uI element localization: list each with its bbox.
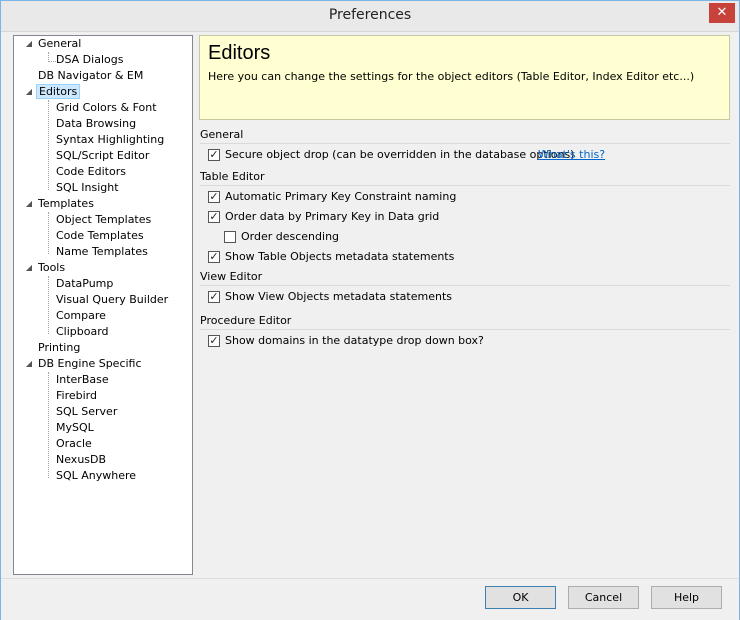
secure-drop-option[interactable]: ✓ Secure object drop (can be overridden … xyxy=(208,147,574,163)
expand-icon[interactable]: ◢ xyxy=(24,356,34,372)
order-descending-checkbox[interactable] xyxy=(224,231,236,243)
order-by-pk-checkbox[interactable]: ✓ xyxy=(208,211,220,223)
tree-item-mysql[interactable]: MySQL xyxy=(54,420,96,436)
whats-this-link[interactable]: What's this? xyxy=(538,148,605,161)
order-descending-option[interactable]: Order descending xyxy=(224,229,384,245)
show-table-metadata-checkbox[interactable]: ✓ xyxy=(208,251,220,263)
tree-line xyxy=(48,100,49,190)
show-table-metadata-option[interactable]: ✓ Show Table Objects metadata statements xyxy=(208,249,468,265)
section-divider xyxy=(200,185,730,186)
tree-item-printing[interactable]: Printing xyxy=(36,340,82,356)
tree-line xyxy=(48,276,49,334)
tree-item-name-templates[interactable]: Name Templates xyxy=(54,244,150,260)
tree-item-visual-query-builder[interactable]: Visual Query Builder xyxy=(54,292,170,308)
tree-item-tools[interactable]: ◢ Tools xyxy=(26,260,67,276)
page-header: Editors Here you can change the settings… xyxy=(199,35,730,120)
section-procedure-editor-label: Procedure Editor xyxy=(200,314,292,327)
tree-item-db-engine-specific[interactable]: ◢ DB Engine Specific xyxy=(26,356,144,372)
close-button[interactable]: ✕ xyxy=(709,3,735,23)
auto-pk-naming-checkbox[interactable]: ✓ xyxy=(208,191,220,203)
tree-item-dsa-dialogs[interactable]: DSA Dialogs xyxy=(54,52,125,68)
close-icon: ✕ xyxy=(716,5,728,20)
preferences-window: Preferences ✕ ◢ General DSA Dialogs DB N… xyxy=(0,0,740,620)
tree-item-interbase[interactable]: InterBase xyxy=(54,372,111,388)
tree-item-db-navigator[interactable]: DB Navigator & EM xyxy=(36,68,145,84)
dialog-footer: OK Cancel Help xyxy=(1,578,739,620)
tree-item-grid-colors[interactable]: Grid Colors & Font xyxy=(54,100,159,116)
expand-icon[interactable]: ◢ xyxy=(24,36,34,52)
page-title: Editors xyxy=(208,42,271,64)
tree-item-data-browsing[interactable]: Data Browsing xyxy=(54,116,138,132)
page-description: Here you can change the settings for the… xyxy=(208,70,695,83)
section-view-editor-label: View Editor xyxy=(200,270,263,283)
order-by-pk-option[interactable]: ✓ Order data by Primary Key in Data grid xyxy=(208,209,468,225)
tree-item-templates[interactable]: ◢ Templates xyxy=(26,196,96,212)
show-view-metadata-option[interactable]: ✓ Show View Objects metadata statements xyxy=(208,289,468,305)
ok-button[interactable]: OK xyxy=(485,586,556,609)
tree-item-object-templates[interactable]: Object Templates xyxy=(54,212,153,228)
section-divider xyxy=(200,143,730,144)
tree-item-oracle[interactable]: Oracle xyxy=(54,436,94,452)
expand-icon[interactable]: ◢ xyxy=(24,260,34,276)
tree-line xyxy=(48,212,49,254)
tree-item-compare[interactable]: Compare xyxy=(54,308,108,324)
tree-item-sql-insight[interactable]: SQL Insight xyxy=(54,180,121,196)
tree-item-firebird[interactable]: Firebird xyxy=(54,388,99,404)
tree-item-syntax-highlighting[interactable]: Syntax Highlighting xyxy=(54,132,166,148)
section-table-editor-label: Table Editor xyxy=(200,170,265,183)
section-divider xyxy=(200,285,730,286)
show-view-metadata-checkbox[interactable]: ✓ xyxy=(208,291,220,303)
tree-line xyxy=(48,372,49,478)
expand-icon[interactable]: ◢ xyxy=(24,84,34,100)
section-general-label: General xyxy=(200,128,244,141)
tree-item-nexusdb[interactable]: NexusDB xyxy=(54,452,108,468)
help-button[interactable]: Help xyxy=(651,586,722,609)
cancel-button[interactable]: Cancel xyxy=(568,586,639,609)
tree-item-general[interactable]: ◢ General xyxy=(26,36,83,52)
section-divider xyxy=(200,329,730,330)
preferences-tree[interactable]: ◢ General DSA Dialogs DB Navigator & EM … xyxy=(13,35,193,575)
tree-item-editors[interactable]: ◢ Editors xyxy=(26,84,81,100)
tree-item-datapump[interactable]: DataPump xyxy=(54,276,115,292)
tree-item-code-editors[interactable]: Code Editors xyxy=(54,164,128,180)
window-title: Preferences xyxy=(328,7,412,23)
title-bar: Preferences ✕ xyxy=(1,1,739,32)
expand-icon[interactable]: ◢ xyxy=(24,196,34,212)
tree-item-sql-anywhere[interactable]: SQL Anywhere xyxy=(54,468,138,484)
show-domains-option[interactable]: ✓ Show domains in the datatype drop down… xyxy=(208,333,484,349)
tree-item-clipboard[interactable]: Clipboard xyxy=(54,324,111,340)
auto-pk-naming-option[interactable]: ✓ Automatic Primary Key Constraint namin… xyxy=(208,189,468,205)
tree-item-sql-script-editor[interactable]: SQL/Script Editor xyxy=(54,148,151,164)
tree-item-sql-server[interactable]: SQL Server xyxy=(54,404,119,420)
show-domains-checkbox[interactable]: ✓ xyxy=(208,335,220,347)
tree-item-code-templates[interactable]: Code Templates xyxy=(54,228,146,244)
secure-drop-checkbox[interactable]: ✓ xyxy=(208,149,220,161)
